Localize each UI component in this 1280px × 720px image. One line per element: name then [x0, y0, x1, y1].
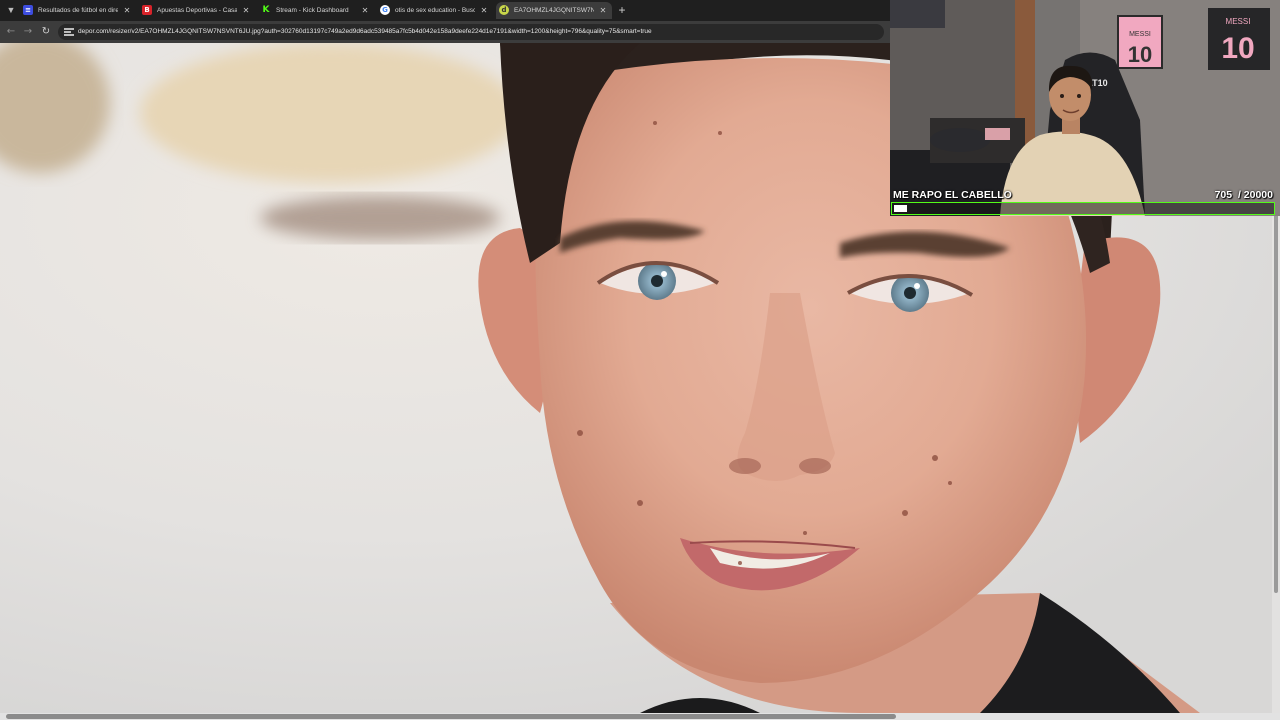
stream-goal-title: ME RAPO EL CABELLO [893, 189, 1012, 201]
address-bar[interactable]: depor.com/resizer/v2/EA7OHMZL4JGQNITSW7N… [58, 24, 884, 40]
flashscore-icon: ≡ [23, 5, 33, 15]
tab-search-menu-icon[interactable]: ▼ [4, 3, 18, 17]
tab-strip: ▼ ≡ Resultados de fútbol en directo ✕ B … [0, 0, 890, 21]
address-toolbar: ← → ↻ depor.com/resizer/v2/EA7OHMZL4JGQN… [0, 21, 890, 43]
google-icon: G [380, 5, 390, 15]
new-tab-button[interactable]: + [616, 2, 628, 18]
tab-title: Resultados de fútbol en directo [38, 7, 118, 14]
tab-title: otis de sex education - Buscar [395, 7, 475, 14]
jersey-name-text: MESSI [1226, 17, 1251, 26]
tab-flashscore[interactable]: ≡ Resultados de fútbol en directo ✕ [20, 2, 136, 19]
horizontal-scrollbar[interactable] [0, 713, 1280, 720]
betting-site-icon: B [142, 5, 152, 15]
site-settings-icon[interactable] [64, 27, 74, 37]
tab-title: EA7OHMZL4JGQNITSW7NSVNT [514, 7, 594, 14]
webcam-overlay: MESSI 10 MESSI 10 EAT10 ME RAPO EL CABEL… [890, 0, 1280, 216]
stream-goal-count: 705 / 20000 [1215, 189, 1273, 201]
tab-betting[interactable]: B Apuestas Deportivas - Casa de ✕ [139, 2, 255, 19]
horizontal-scroll-thumb[interactable] [6, 714, 896, 719]
url-text[interactable]: depor.com/resizer/v2/EA7OHMZL4JGQNITSW7N… [78, 24, 652, 40]
tab-kick-dashboard[interactable]: K Stream - Kick Dashboard ✕ [258, 2, 374, 19]
poster-number-text: 10 [1128, 42, 1152, 67]
forward-arrow-icon[interactable]: → [21, 25, 35, 39]
tab-title: Stream - Kick Dashboard [276, 7, 349, 14]
close-tab-icon[interactable]: ✕ [597, 4, 609, 17]
tab-title: Apuestas Deportivas - Casa de [157, 7, 237, 14]
vertical-scroll-thumb[interactable] [1274, 213, 1278, 593]
tab-image-active[interactable]: d EA7OHMZL4JGQNITSW7NSVNT ✕ [496, 2, 612, 19]
stream-goal-progress-fill [894, 205, 907, 212]
depor-icon: d [499, 5, 509, 15]
stream-goal-progress-bar [891, 202, 1275, 215]
goal-target-value: / 20000 [1237, 189, 1273, 201]
webcam-feed: MESSI 10 MESSI 10 EAT10 [890, 0, 1280, 216]
jersey-number-text: 10 [1221, 32, 1254, 65]
close-tab-icon[interactable]: ✕ [478, 4, 490, 17]
close-tab-icon[interactable]: ✕ [359, 4, 371, 17]
goal-current-value: 705 [1214, 189, 1233, 201]
back-arrow-icon[interactable]: ← [4, 25, 18, 39]
kick-icon: K [261, 5, 271, 15]
reload-icon[interactable]: ↻ [39, 25, 53, 39]
tab-google-search[interactable]: G otis de sex education - Buscar ✕ [377, 2, 493, 19]
poster-name-text: MESSI [1129, 31, 1151, 38]
close-tab-icon[interactable]: ✕ [240, 4, 252, 17]
close-tab-icon[interactable]: ✕ [121, 4, 133, 17]
